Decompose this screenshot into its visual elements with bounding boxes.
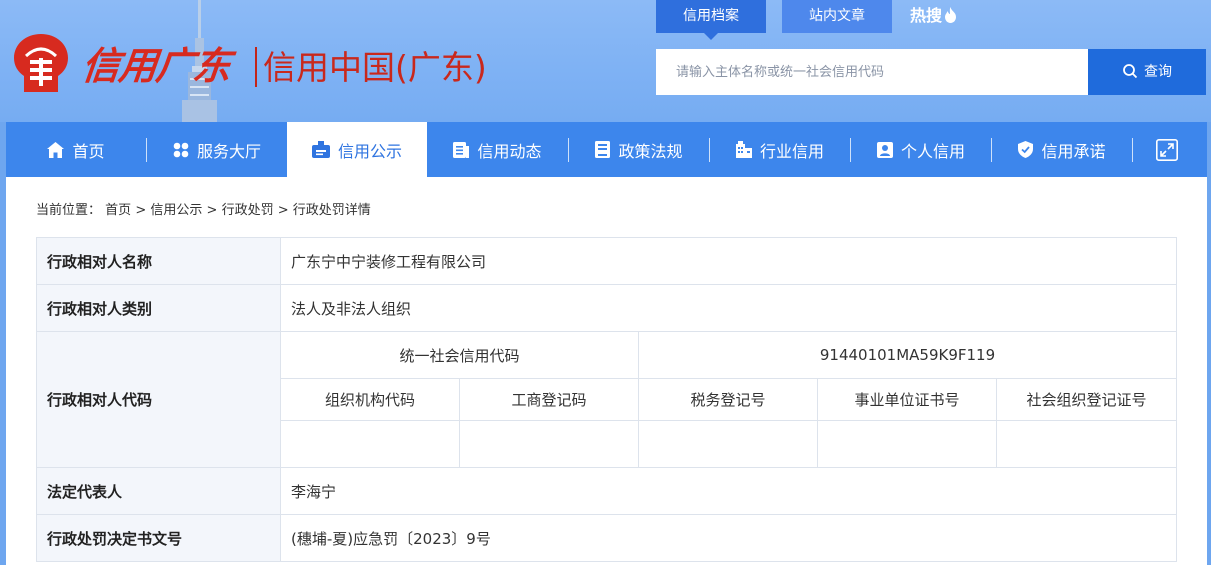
main-nav: 首页 服务大厅 信用公示 信用动态 政策法规 行业信用 个人信用 信用承诺 (6, 122, 1207, 177)
row-label: 法定代表人 (36, 467, 281, 515)
breadcrumb-current: 行政处罚详情 (292, 203, 371, 218)
tab-site-articles[interactable]: 站内文章 (782, 0, 892, 33)
breadcrumb-home[interactable]: 首页 (105, 203, 131, 218)
breadcrumb-separator: > (135, 203, 147, 218)
table-row: 法定代表人 李海宁 (36, 467, 1177, 515)
search-icon (1123, 64, 1138, 79)
nav-item-personal-credit[interactable]: 个人信用 (851, 122, 991, 177)
news-icon (453, 141, 470, 158)
tab-credit-archive[interactable]: 信用档案 (656, 0, 766, 40)
nav-item-credit-commitment[interactable]: 信用承诺 (992, 122, 1132, 177)
sub-value (638, 420, 818, 468)
content-area: 当前位置： 首页 > 信用公示 > 行政处罚 > 行政处罚详情 行政相对人名称 … (6, 177, 1207, 565)
top-tabs: 信用档案 站内文章 (656, 0, 892, 40)
sub-header: 组织机构代码 (280, 378, 460, 421)
home-icon (47, 141, 65, 158)
row-label: 行政相对人代码 (36, 331, 281, 468)
building-icon (735, 141, 752, 158)
breadcrumb-credit-publicity[interactable]: 信用公示 (150, 203, 202, 218)
sub-value (280, 420, 460, 468)
credit-guangdong-logo-icon (14, 34, 68, 92)
logo-site-name: 信用中国(广东) (263, 48, 487, 87)
table-row: 行政相对人类别 法人及非法人组织 (36, 284, 1177, 332)
sub-header: 工商登记码 (459, 378, 639, 421)
breadcrumb-admin-penalty[interactable]: 行政处罚 (222, 203, 274, 218)
sub-header: 事业单位证书号 (817, 378, 997, 421)
breadcrumb-separator: > (206, 203, 218, 218)
search-button-label: 查询 (1144, 64, 1172, 80)
row-label: 行政处罚决定书文号 (36, 514, 281, 562)
hot-search[interactable]: 热搜 (910, 0, 957, 33)
shield-check-icon (1018, 141, 1034, 158)
sub-value (996, 420, 1177, 468)
expand-icon (1156, 138, 1178, 161)
nav-expand-button[interactable] (1133, 122, 1201, 177)
nav-item-label: 个人信用 (900, 141, 965, 161)
nav-item-home[interactable]: 首页 (6, 122, 146, 177)
nav-item-label: 信用承诺 (1041, 141, 1106, 161)
breadcrumb-prefix: 当前位置： (36, 203, 102, 218)
sub-header: 税务登记号 (638, 378, 818, 421)
flame-icon (945, 7, 957, 23)
subject-name-value: 广东宁中宁装修工程有限公司 (280, 237, 1177, 285)
nav-item-label: 信用公示 (337, 141, 402, 161)
book-icon (595, 141, 611, 158)
decision-doc-no-value: (穗埔-夏)应急罚〔2023〕9号 (280, 514, 1177, 562)
uscc-value: 91440101MA59K9F119 (638, 331, 1177, 379)
nav-item-label: 行业信用 (759, 141, 824, 161)
sub-value (817, 420, 997, 468)
search-button[interactable]: 查询 (1088, 49, 1206, 95)
nav-item-label: 信用动态 (477, 141, 542, 161)
search-input[interactable] (656, 49, 1088, 95)
breadcrumb-separator: > (277, 203, 289, 218)
header: 信用广东 信用中国(广东) 信用档案 站内文章 热搜 查询 (0, 0, 1211, 122)
nav-item-industry-credit[interactable]: 行业信用 (710, 122, 850, 177)
nav-item-label: 服务大厅 (196, 141, 261, 161)
sub-value (459, 420, 639, 468)
grid-icon (173, 142, 189, 158)
penalty-detail-table: 行政相对人名称 广东宁中宁装修工程有限公司 行政相对人类别 法人及非法人组织 行… (36, 237, 1177, 562)
breadcrumb: 当前位置： 首页 > 信用公示 > 行政处罚 > 行政处罚详情 (36, 199, 371, 218)
hot-search-label: 热搜 (910, 6, 943, 25)
badge-icon (311, 141, 330, 158)
nav-item-label: 政策法规 (618, 141, 683, 161)
nav-item-credit-news[interactable]: 信用动态 (427, 122, 568, 177)
logo-script-text: 信用广东 (79, 43, 233, 88)
sub-header: 社会组织登记证号 (996, 378, 1177, 421)
person-card-icon (876, 141, 893, 158)
legal-rep-value: 李海宁 (280, 467, 1177, 515)
table-row: 行政相对人代码 统一社会信用代码 91440101MA59K9F119 (36, 331, 1177, 468)
row-label: 行政相对人名称 (36, 237, 281, 285)
logo-divider (255, 47, 257, 87)
subject-category-value: 法人及非法人组织 (280, 284, 1177, 332)
nav-item-label: 首页 (72, 141, 105, 161)
nav-item-credit-publicity[interactable]: 信用公示 (287, 122, 427, 177)
nav-item-service-hall[interactable]: 服务大厅 (147, 122, 287, 177)
uscc-header: 统一社会信用代码 (280, 331, 639, 379)
table-row: 行政相对人名称 广东宁中宁装修工程有限公司 (36, 237, 1177, 285)
table-row: 行政处罚决定书文号 (穗埔-夏)应急罚〔2023〕9号 (36, 514, 1177, 562)
row-label: 行政相对人类别 (36, 284, 281, 332)
nav-item-policy[interactable]: 政策法规 (569, 122, 709, 177)
